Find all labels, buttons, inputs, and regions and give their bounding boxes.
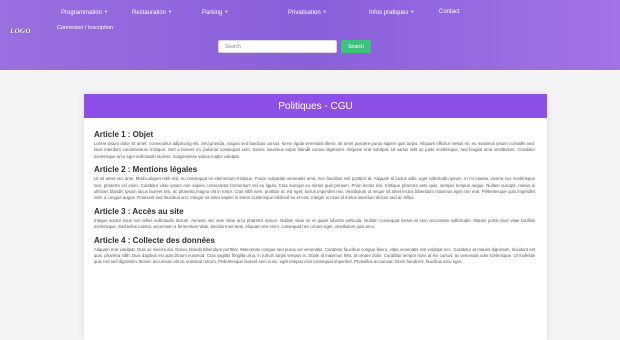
login-link[interactable]: Connexion / Inscription <box>57 25 113 31</box>
article-body: Aliquam erat volutpat. Duis ac viverra d… <box>94 246 535 265</box>
top-header: LOGO Programmation ▼ Restauration ▼ Parkin… <box>0 0 620 70</box>
nav-item-programmation[interactable]: Programmation ▼ <box>61 9 108 16</box>
search-input[interactable] <box>218 40 337 53</box>
article-heading: Article 4 : Collecte des données <box>94 235 215 245</box>
chevron-down-icon: ▼ <box>410 9 415 14</box>
article-1: Article 1 : Objet Lorem ipsum dolor sit … <box>94 130 535 160</box>
article-2: Article 2 : Mentions légales Ut sit amet… <box>94 165 535 202</box>
article-heading: Article 2 : Mentions légales <box>94 165 198 175</box>
nav-label: Parking <box>202 10 223 16</box>
page-title-bar: Politiques - CGU <box>84 94 547 118</box>
article-heading: Article 1 : Objet <box>94 130 154 139</box>
nav-item-privatisation[interactable]: Privatisation ▼ <box>288 9 327 16</box>
nav-label: Infos pratiques <box>369 10 409 16</box>
nav-item-restauration[interactable]: Restauration ▼ <box>132 9 172 16</box>
nav-item-parking[interactable]: Parking ▼ <box>202 9 228 16</box>
nav-item-infos-pratiques[interactable]: Infos pratiques ▼ <box>369 9 414 16</box>
article-body: Lorem ipsum dolor sit amet, consectetur … <box>94 141 535 159</box>
nav-label: Privatisation <box>288 10 321 16</box>
page-title: Politiques - CGU <box>278 100 353 112</box>
site-logo-text: LOGO <box>9 27 31 35</box>
nav-label: Contact <box>439 9 460 15</box>
article-body: Integer auctor risus non tellus sollicit… <box>94 217 535 230</box>
nav-label: Restauration <box>132 10 167 16</box>
chevron-down-icon: ▼ <box>104 9 108 14</box>
article-4: Article 4 : Collecte des données Aliquam… <box>94 236 535 266</box>
article-body: Ut sit amet orci ante. Morbi aliquet nib… <box>94 176 535 201</box>
article-heading: Article 3 : Accès au site <box>94 206 184 216</box>
article-3: Article 3 : Accès au site Integer auctor… <box>94 207 535 231</box>
search-button[interactable]: Search <box>341 40 371 53</box>
chevron-down-icon: ▼ <box>168 9 172 14</box>
cgu-card: Politiques - CGU Article 1 : Objet Lorem… <box>84 94 547 340</box>
nav-label: Programmation <box>61 10 103 16</box>
cgu-content: Article 1 : Objet Lorem ipsum dolor sit … <box>94 130 535 271</box>
chevron-down-icon: ▼ <box>224 9 229 14</box>
site-logo[interactable]: LOGO <box>6 26 34 36</box>
nav-item-contact[interactable]: Contact <box>439 9 460 15</box>
chevron-down-icon: ▼ <box>322 9 327 14</box>
